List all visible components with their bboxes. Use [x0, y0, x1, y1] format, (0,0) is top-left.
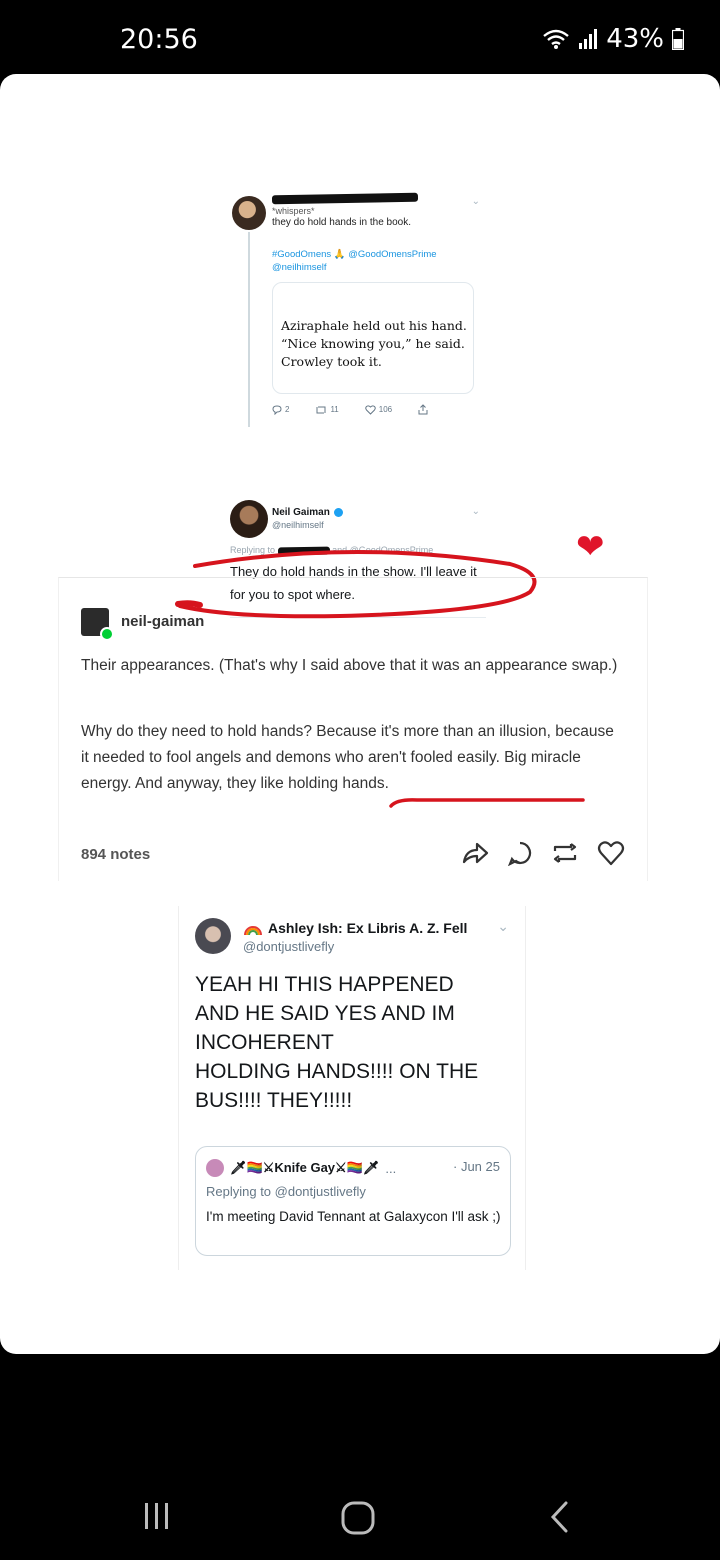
chevron-down-icon[interactable]: ⌄	[472, 196, 480, 207]
tweet-body: they do hold hands in the book.	[272, 217, 411, 228]
reply-icon	[272, 404, 282, 415]
chevron-down-icon[interactable]: ⌄	[497, 918, 509, 935]
red-underline-annotation	[389, 798, 585, 808]
tweet-tags-line1[interactable]: #GoodOmens 🙏 @GoodOmensPrime	[272, 248, 437, 261]
reblog-badge-icon	[100, 627, 114, 641]
author-name: Ashley Ish: Ex Libris A. Z. Fell	[268, 920, 468, 936]
reply-action[interactable]: 2	[272, 404, 290, 415]
post-paragraph: Their appearances. (That's why I said ab…	[81, 657, 618, 674]
heart-emoji: ❤	[576, 528, 605, 566]
reply-icon[interactable]	[507, 840, 533, 866]
tweet-tags-line2[interactable]: @neilhimself	[272, 261, 437, 274]
like-icon[interactable]	[597, 840, 625, 866]
like-count: 106	[378, 405, 393, 414]
tweet-body-line: BUS!!!! THEY!!!!!	[195, 1089, 353, 1112]
tweet-card: Ashley Ish: Ex Libris A. Z. Fell ⌄ @dont…	[178, 906, 526, 1270]
tweet-thread: ⌄ *whispers* they do hold hands in the b…	[226, 192, 496, 618]
redaction-bar	[271, 192, 419, 205]
recents-icon[interactable]	[142, 1500, 172, 1532]
reply-count: 2	[285, 405, 290, 414]
thread-line	[248, 232, 250, 427]
post-actions	[461, 840, 625, 866]
battery-percent: 43%	[606, 24, 664, 54]
quoted-ellipsis: ...	[385, 1160, 397, 1176]
post-paragraph: Why do they need to hold hands? Because …	[81, 723, 614, 792]
avatar	[206, 1159, 224, 1177]
signal-icon	[579, 29, 598, 49]
quoted-tweet[interactable]: 🗡🏳️‍🌈⚔Knife Gay⚔🏳️‍🌈🗡 ... · Jun 25 Reply…	[195, 1146, 511, 1256]
author-handle: @neilhimself	[272, 520, 324, 530]
rainbow-icon	[244, 926, 262, 935]
quoted-date: · Jun 25	[453, 1159, 500, 1174]
like-action[interactable]: 106	[365, 404, 393, 415]
retweet-icon	[316, 406, 326, 413]
quoted-author: 🗡🏳️‍🌈⚔Knife Gay⚔🏳️‍🌈🗡 ...	[206, 1159, 396, 1177]
avatar	[230, 500, 268, 538]
battery-icon	[672, 28, 684, 50]
chevron-down-icon[interactable]: ⌄	[472, 506, 480, 517]
quoted-image: Aziraphale held out his hand. “Nice know…	[272, 282, 474, 394]
tweet-body-line: HOLDING HANDS!!!! ON THE	[195, 1060, 479, 1083]
tweet-body-line: YEAH HI THIS HAPPENED	[195, 973, 454, 996]
tweet-body-line: INCOHERENT	[195, 1031, 334, 1054]
tweet-author: Neil Gaiman	[272, 507, 343, 518]
avatar	[232, 196, 266, 230]
tumblr-username[interactable]: neil-gaiman	[121, 613, 204, 630]
share-icon	[418, 404, 428, 415]
avatar	[195, 918, 231, 954]
navigation-bar	[0, 1470, 720, 1560]
share-icon[interactable]	[461, 841, 489, 865]
retweet-count: 11	[330, 405, 339, 414]
author-name: Neil Gaiman	[272, 507, 330, 518]
tweet-body: YEAH HI THIS HAPPENED AND HE SAID YES AN…	[195, 970, 515, 1115]
tweet-actions: 2 11 106	[272, 404, 428, 415]
verified-icon	[333, 508, 343, 517]
back-icon[interactable]	[548, 1500, 572, 1534]
status-right: 43%	[542, 24, 684, 54]
tweet-body-line: AND HE SAID YES AND IM	[195, 1002, 455, 1025]
home-icon[interactable]	[340, 1500, 376, 1536]
tweet-user-line: *whispers*	[272, 206, 315, 216]
quote-text: Aziraphale held out his hand. “Nice know…	[281, 318, 467, 369]
quoted-replying: Replying to @dontjustlivefly	[206, 1184, 366, 1199]
retweet-action[interactable]: 11	[315, 405, 339, 415]
quoted-body: I'm meeting David Tennant at Galaxycon I…	[206, 1209, 501, 1224]
tweet-author: Ashley Ish: Ex Libris A. Z. Fell	[243, 920, 467, 936]
tumblr-post: neil-gaiman Their appearances. (That's w…	[58, 577, 648, 881]
author-handle: @dontjustlivefly	[243, 939, 335, 954]
avatar[interactable]	[81, 608, 114, 641]
share-action[interactable]	[418, 404, 428, 415]
notes-count[interactable]: 894 notes	[81, 846, 150, 863]
quoted-author-name: 🗡🏳️‍🌈⚔Knife Gay⚔🏳️‍🌈🗡	[230, 1160, 380, 1175]
reblog-icon[interactable]	[551, 841, 579, 865]
image-card: ⌄ *whispers* they do hold hands in the b…	[0, 74, 720, 1354]
wifi-icon	[543, 29, 569, 49]
tweet-tags: #GoodOmens 🙏 @GoodOmensPrime @neilhimsel…	[272, 248, 437, 274]
status-time: 20:56	[120, 24, 198, 55]
like-icon	[365, 404, 376, 415]
status-bar: 20:56 43%	[0, 0, 720, 80]
